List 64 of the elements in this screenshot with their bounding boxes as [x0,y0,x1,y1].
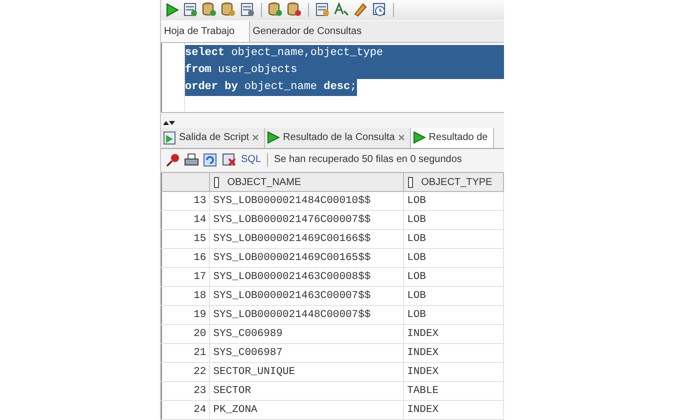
refresh-icon[interactable] [203,152,218,167]
run-icon [267,131,280,144]
table-cell: LOB [404,286,504,306]
pin-icon[interactable] [166,152,180,167]
run-icon[interactable] [165,2,179,17]
table-cell: INDEX [404,400,504,420]
row-number: 20 [162,324,210,344]
table-cell: SYS_C006987 [210,344,404,363]
table-cell: PK_ZONA [210,400,404,420]
script-icon[interactable] [183,2,198,18]
clock-icon[interactable] [372,2,387,18]
row-number: 24 [162,400,210,420]
table-cell: TABLE [404,382,504,401]
table-cell: SECTOR_UNIQUE [210,362,404,382]
column-header[interactable]: OBJECT_TYPE [404,172,504,192]
row-number: 21 [162,344,210,363]
table-cell: SYS_LOB0000021484C00010$$ [210,192,404,211]
row-number: 16 [162,248,210,268]
splitter-arrows-icon[interactable] [163,120,175,126]
database-icon[interactable] [221,2,236,18]
table-cell: LOB [404,268,504,287]
table-cell: LOB [404,248,504,268]
script-icon [163,130,176,145]
table-cell: LOB [404,306,504,325]
delete-icon[interactable] [222,152,237,167]
table-cell: SECTOR [210,382,404,401]
table-cell: LOB [404,230,504,249]
table-cell: SYS_LOB0000021448C00007$$ [210,306,404,325]
table-cell: SYS_LOB0000021463C00008$$ [210,268,404,287]
table-cell: SYS_LOB0000021463C00007$$ [210,286,404,306]
status-text: Se han recuperado 50 filas en 0 segundos [274,154,462,166]
font-icon[interactable] [334,2,349,18]
eraser-icon[interactable] [353,2,368,18]
row-number: 13 [162,192,210,211]
table-cell: INDEX [404,324,504,344]
sql-link[interactable]: SQL [241,154,262,166]
close-icon[interactable] [398,134,405,142]
close-icon[interactable] [252,134,260,142]
editor-tab[interactable]: Hoja de Trabajo [161,20,250,42]
row-number: 17 [162,268,210,287]
table-cell: INDEX [404,344,504,363]
table-cell: LOB [404,192,504,211]
row-number: 19 [162,306,210,325]
database-icon[interactable] [202,2,217,18]
table-cell: SYS_C006989 [210,324,404,344]
column-header[interactable]: OBJECT_NAME [210,172,404,192]
result-tab[interactable]: Resultado de la Consulta [265,128,411,148]
run-icon [412,131,426,144]
row-number: 15 [162,230,210,249]
editor-tab[interactable]: Generador de Consultas [250,20,374,42]
printer-icon[interactable] [184,152,199,167]
table-cell: SYS_LOB0000021469C00166$$ [210,230,404,249]
table-cell: SYS_LOB0000021469C00165$$ [210,248,404,268]
database-icon[interactable] [268,2,283,18]
row-number: 18 [162,286,210,306]
table-cell: SYS_LOB0000021476C00007$$ [210,210,404,230]
table-cell: INDEX [404,362,504,382]
database-icon[interactable] [287,2,302,18]
table-cell: LOB [404,210,504,230]
result-tab[interactable]: Resultado de [410,128,494,148]
result-tab[interactable]: Salida de Script [161,128,266,148]
row-number: 23 [162,382,210,401]
row-number: 14 [162,210,210,230]
row-number: 22 [162,362,210,382]
